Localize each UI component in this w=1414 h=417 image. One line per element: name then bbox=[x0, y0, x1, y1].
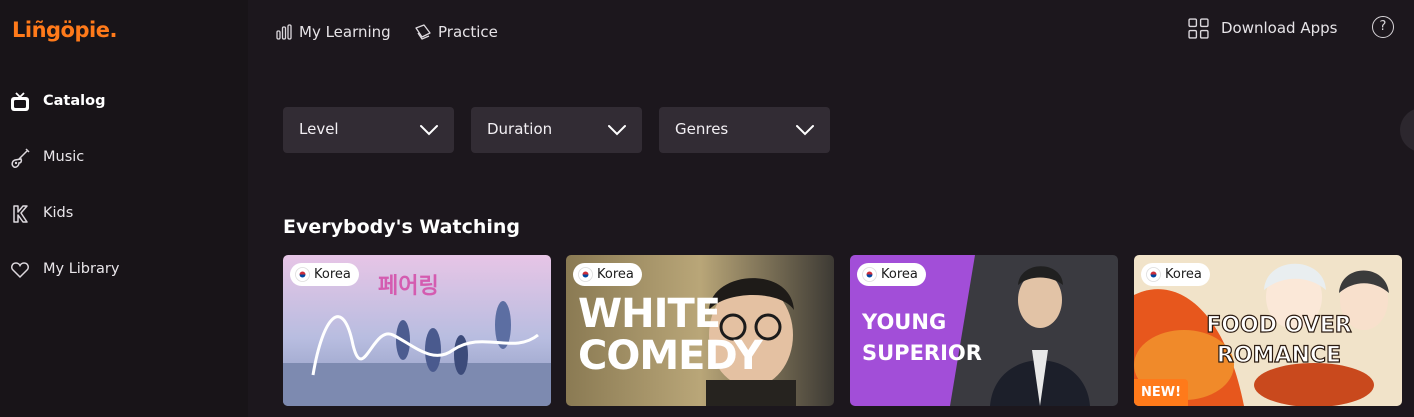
sidebar-item-my-library[interactable]: My Library bbox=[0, 252, 248, 288]
show-title-art: YOUNG SUPERIOR bbox=[862, 310, 982, 365]
filter-label: Duration bbox=[487, 120, 553, 138]
sidebar-item-catalog[interactable]: Catalog bbox=[0, 84, 248, 120]
logo[interactable]: Liñgöpie. bbox=[12, 18, 117, 42]
filter-label: Level bbox=[299, 120, 339, 138]
country-label: Korea bbox=[1165, 267, 1202, 282]
download-apps-button[interactable]: Download Apps bbox=[1188, 14, 1337, 42]
sidebar-item-label: My Library bbox=[43, 261, 120, 277]
country-tag: Korea bbox=[1141, 263, 1210, 286]
show-card[interactable]: Korea FOOD OVER ROMANCE NEW! bbox=[1134, 255, 1402, 406]
country-label: Korea bbox=[314, 267, 351, 282]
country-tag: Korea bbox=[573, 263, 642, 286]
kids-icon bbox=[13, 205, 28, 223]
chevron-down-icon bbox=[420, 125, 438, 136]
sidebar-item-label: Kids bbox=[43, 205, 74, 221]
filter-duration-dropdown[interactable]: Duration bbox=[471, 107, 642, 153]
filter-label: Genres bbox=[675, 120, 729, 138]
nav-label: My Learning bbox=[299, 23, 391, 41]
bar-chart-icon bbox=[276, 24, 292, 40]
tv-icon bbox=[11, 92, 29, 111]
chevron-down-icon bbox=[608, 125, 626, 136]
sidebar: Liñgöpie. Catalog Music Kids My Library bbox=[0, 0, 248, 417]
country-tag: Korea bbox=[857, 263, 926, 286]
filter-level-dropdown[interactable]: Level bbox=[283, 107, 454, 153]
heart-icon bbox=[11, 262, 29, 279]
guitar-icon bbox=[11, 148, 30, 168]
nav-label: Practice bbox=[438, 23, 498, 41]
sidebar-item-kids[interactable]: Kids bbox=[0, 196, 248, 232]
country-label: Korea bbox=[597, 267, 634, 282]
filter-genres-dropdown[interactable]: Genres bbox=[659, 107, 830, 153]
flashcards-icon bbox=[415, 24, 431, 40]
korea-flag-icon bbox=[578, 267, 593, 282]
korea-flag-icon bbox=[295, 267, 310, 282]
show-title-art: WHITE COMEDY bbox=[578, 291, 763, 379]
scroll-right-button[interactable] bbox=[1400, 108, 1414, 152]
korea-flag-icon bbox=[862, 267, 877, 282]
sidebar-item-label: Catalog bbox=[43, 93, 106, 109]
country-tag: Korea bbox=[290, 263, 359, 286]
sidebar-item-label: Music bbox=[43, 149, 85, 165]
nav-practice[interactable]: Practice bbox=[414, 18, 498, 46]
svg-text:페어링: 페어링 bbox=[378, 274, 439, 299]
show-card[interactable]: 페어링 Korea bbox=[283, 255, 551, 406]
country-label: Korea bbox=[881, 267, 918, 282]
chevron-down-icon bbox=[796, 125, 814, 136]
korea-flag-icon bbox=[1146, 267, 1161, 282]
apps-grid-icon bbox=[1188, 17, 1209, 39]
show-card[interactable]: Korea YOUNG SUPERIOR bbox=[850, 255, 1118, 406]
nav-my-learning[interactable]: My Learning bbox=[275, 18, 391, 46]
sidebar-item-music[interactable]: Music bbox=[0, 140, 248, 176]
help-icon[interactable]: ? bbox=[1372, 16, 1394, 38]
nav-label: Download Apps bbox=[1221, 19, 1338, 37]
section-title: Everybody's Watching bbox=[283, 216, 520, 238]
show-card[interactable]: Korea WHITE COMEDY bbox=[566, 255, 834, 406]
show-title-art: FOOD OVER ROMANCE bbox=[1206, 312, 1353, 368]
new-badge: NEW! bbox=[1134, 379, 1189, 406]
